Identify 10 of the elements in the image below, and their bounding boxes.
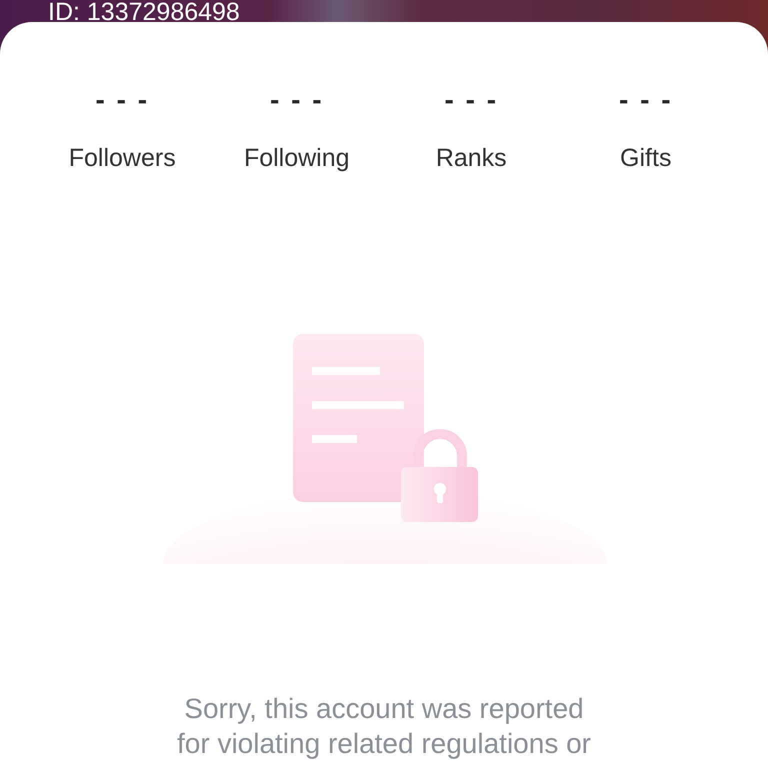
stat-label: Following xyxy=(244,144,350,172)
stat-value: - - - xyxy=(95,85,150,115)
stat-value: - - - xyxy=(270,85,324,115)
user-id-text: ID: 13372986498 xyxy=(48,0,240,24)
stat-label: Ranks xyxy=(436,144,507,172)
stat-label: Followers xyxy=(68,144,176,172)
account-reported-message: Sorry, this account was reported for violating related regulations or xyxy=(176,692,592,761)
stat-label: Gifts xyxy=(620,144,672,172)
stat-value: - - - xyxy=(618,85,673,115)
stat-value: - - - xyxy=(444,85,498,115)
